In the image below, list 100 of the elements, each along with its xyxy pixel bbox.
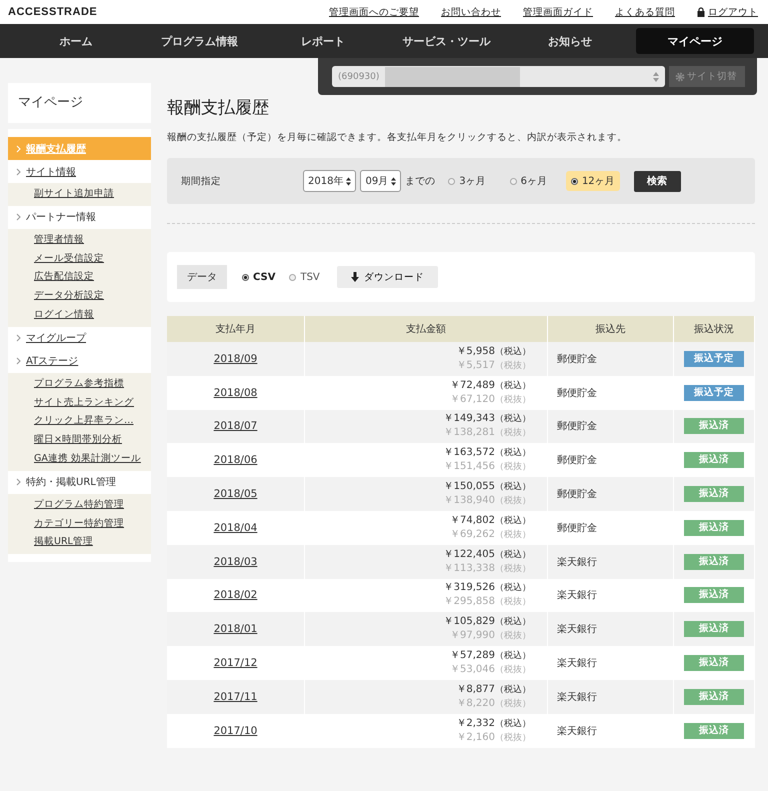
chevron-icon [16, 334, 21, 342]
sidebar-subitem[interactable]: データ分析設定 [8, 287, 151, 306]
month-link[interactable]: 2018/01 [214, 623, 258, 636]
chevron-icon [16, 144, 21, 152]
search-button[interactable]: 検索 [634, 170, 681, 192]
tax-note: （税込） [495, 548, 531, 562]
header-link[interactable]: 管理画面ガイド [523, 6, 593, 18]
tax-note: （税抜） [495, 426, 531, 440]
tax-note: （税抜） [495, 630, 531, 644]
gross-amount: ￥5,958 [456, 344, 495, 359]
month-link[interactable]: 2018/09 [214, 352, 258, 365]
status-badge: 振込済 [684, 520, 744, 536]
sidebar-title: マイページ [8, 83, 151, 129]
net-amount: ￥67,120 [450, 392, 495, 407]
gross-amount: ￥2,332 [456, 716, 495, 731]
tax-note: （税抜） [495, 732, 531, 745]
tax-note: （税込） [495, 514, 531, 528]
bank-name: 郵便貯金 [557, 421, 597, 432]
column-header: 支払年月 [167, 316, 304, 342]
logout-link[interactable]: ログアウト [708, 6, 758, 18]
sidebar-subitem[interactable]: クリック上昇率ラン… [8, 412, 151, 432]
bank-name: 郵便貯金 [557, 522, 597, 534]
logo[interactable]: ACCESSTRADE [8, 6, 98, 18]
format-radio[interactable]: CSV [237, 268, 280, 286]
nav-tab[interactable]: ホーム [14, 28, 138, 54]
period-radio[interactable]: 3ヶ月 [443, 171, 491, 191]
gross-amount: ￥8,877 [456, 682, 495, 697]
bank-name: 郵便貯金 [557, 388, 597, 399]
column-header: 振込状況 [674, 316, 754, 342]
header-link[interactable]: お問い合わせ [441, 6, 501, 18]
month-link[interactable]: 2018/05 [214, 488, 258, 500]
sidebar-subitem[interactable]: 副サイト追加申請 [8, 185, 151, 204]
format-radio[interactable]: TSV [284, 268, 325, 286]
tax-note: （税込） [495, 380, 531, 393]
bank-name: 楽天銀行 [557, 556, 597, 568]
download-icon [350, 272, 359, 282]
gross-amount: ￥319,526 [444, 581, 495, 596]
gross-amount: ￥149,343 [444, 412, 495, 426]
nav-tab[interactable]: お知らせ [508, 28, 632, 54]
period-radio[interactable]: 12ヶ月 [566, 171, 620, 191]
month-link[interactable]: 2018/07 [214, 420, 258, 432]
status-badge: 振込済 [684, 486, 744, 502]
year-select[interactable]: 2018年 [303, 170, 356, 192]
sidebar-subitem[interactable]: メール受信設定 [8, 250, 151, 268]
tax-note: （税込） [495, 480, 531, 494]
gross-amount: ￥150,055 [444, 480, 495, 494]
month-link[interactable]: 2018/08 [214, 386, 258, 399]
period-radio[interactable]: 6ヶ月 [504, 171, 552, 191]
net-amount: ￥138,281 [444, 426, 495, 440]
month-link[interactable]: 2017/11 [214, 690, 258, 703]
sidebar-subitem[interactable]: 曜日×時間帯別分析 [8, 431, 151, 450]
updown-icon [391, 176, 396, 186]
tax-note: （税込） [495, 616, 531, 630]
tax-note: （税抜） [495, 698, 531, 711]
tax-note: （税込） [495, 346, 531, 359]
month-select[interactable]: 09月 [360, 170, 402, 192]
sidebar-subitem[interactable]: 掲載URL管理 [8, 533, 151, 552]
status-badge: 振込予定 [684, 350, 744, 367]
gross-amount: ￥57,289 [450, 649, 495, 664]
sidebar-subitem[interactable]: ログイン情報 [8, 306, 151, 325]
bank-name: 楽天銀行 [557, 590, 597, 602]
bank-name: 郵便貯金 [557, 489, 597, 500]
month-link[interactable]: 2018/04 [214, 522, 258, 534]
updown-icon [346, 176, 352, 186]
month-link[interactable]: 2017/12 [214, 657, 258, 670]
header-link[interactable]: よくある質問 [615, 6, 675, 18]
sidebar-subitem[interactable]: GA連携 効果計測ツール [8, 450, 151, 469]
month-link[interactable]: 2018/02 [214, 589, 258, 602]
tax-note: （税抜） [495, 562, 531, 576]
column-header: 振込先 [548, 316, 674, 342]
sidebar-subitem[interactable]: プログラム参考指標 [8, 374, 151, 394]
net-amount: ￥53,046 [450, 663, 495, 678]
net-amount: ￥97,990 [450, 629, 495, 644]
sidebar-subitem[interactable]: 管理者情報 [8, 230, 151, 250]
sidebar-subitem[interactable]: カテゴリー特約管理 [8, 514, 151, 534]
nav-tab[interactable]: マイページ [636, 28, 754, 54]
gross-amount: ￥122,405 [444, 548, 495, 562]
tax-note: （税込） [495, 582, 531, 596]
nav-tab[interactable]: プログラム情報 [138, 28, 262, 54]
chevron-icon [16, 213, 21, 222]
chevron-icon [16, 357, 21, 366]
bank-name: 郵便貯金 [557, 354, 597, 365]
download-button[interactable]: ダウンロード [336, 266, 438, 288]
tax-note: （税込） [495, 446, 531, 460]
month-link[interactable]: 2018/06 [214, 454, 258, 466]
updown-icon [653, 72, 659, 82]
net-amount: ￥138,940 [444, 494, 495, 508]
sidebar-subitem[interactable]: サイト売上ランキング [8, 394, 151, 412]
nav-tab[interactable]: レポート [261, 28, 385, 54]
month-link[interactable]: 2017/10 [214, 724, 258, 737]
status-badge: 振込予定 [684, 384, 744, 401]
status-badge: 振込済 [684, 587, 744, 604]
sidebar-subitem[interactable]: プログラム特約管理 [8, 496, 151, 515]
status-badge: 振込済 [684, 722, 744, 739]
header-link[interactable]: 管理画面へのご要望 [329, 6, 419, 18]
nav-tab[interactable]: サービス・ツール [384, 28, 508, 54]
sidebar-subitem[interactable]: 広告配信設定 [8, 268, 151, 288]
month-link[interactable]: 2018/03 [214, 556, 258, 568]
tax-note: （税抜） [495, 360, 531, 373]
net-amount: ￥69,262 [450, 528, 495, 542]
